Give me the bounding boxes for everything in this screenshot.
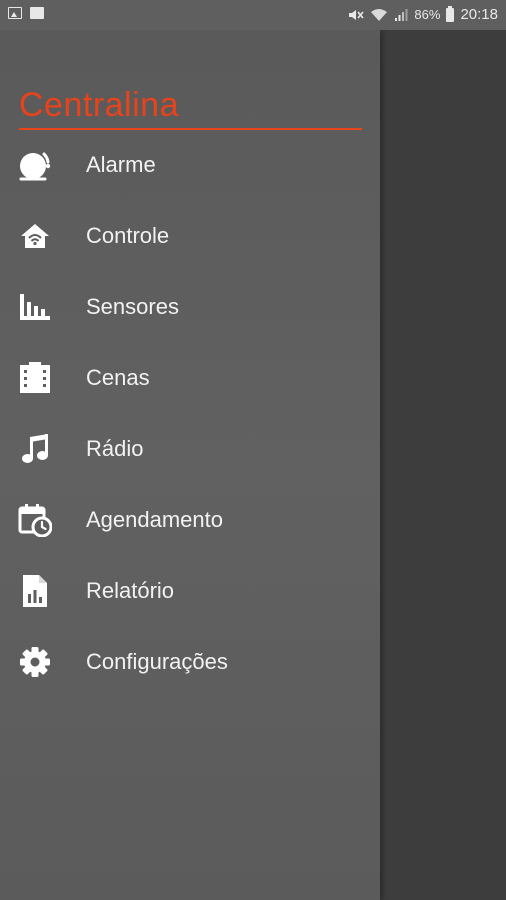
wifi-icon [371, 8, 388, 21]
app-screen: 86% 20:18 Centralina Alarme Controle Sen… [0, 0, 506, 900]
status-bar: 86% 20:18 [0, 0, 506, 30]
status-notifications [8, 7, 44, 19]
battery-percent: 86% [414, 7, 441, 22]
clock: 20:18 [460, 6, 498, 23]
menu-item-controle[interactable]: Controle [0, 200, 380, 271]
music-note-icon [17, 431, 53, 467]
menu-item-radio[interactable]: Rádio [0, 413, 380, 484]
sd-card-notification-icon [30, 7, 44, 19]
drawer-title: Centralina [19, 86, 179, 124]
battery-icon [446, 5, 455, 22]
drawer-menu: Alarme Controle Sensores Cenas Rádio Age… [0, 129, 380, 697]
menu-item-label: Alarme [86, 151, 156, 177]
home-wifi-icon [17, 218, 53, 254]
drawer-scrim[interactable] [380, 30, 506, 900]
menu-item-alarme[interactable]: Alarme [0, 129, 380, 200]
gallery-notification-icon [8, 7, 22, 19]
menu-item-sensores[interactable]: Sensores [0, 271, 380, 342]
navigation-drawer: Centralina Alarme Controle Sensores Cena… [0, 30, 380, 900]
gear-icon [17, 644, 53, 680]
menu-item-label: Configurações [86, 648, 228, 674]
film-icon [17, 360, 53, 396]
menu-item-configuracoes[interactable]: Configurações [0, 626, 380, 697]
signal-icon [395, 8, 408, 21]
report-document-icon [17, 573, 53, 609]
menu-item-label: Sensores [86, 293, 179, 319]
menu-item-label: Rádio [86, 435, 144, 461]
menu-item-cenas[interactable]: Cenas [0, 342, 380, 413]
mute-icon [349, 9, 365, 20]
calendar-clock-icon [17, 502, 53, 538]
menu-item-label: Relatório [86, 577, 175, 603]
bar-chart-icon [17, 289, 53, 325]
menu-item-label: Agendamento [86, 506, 223, 532]
menu-item-label: Controle [86, 222, 170, 248]
status-indicators: 86% 20:18 [348, 5, 498, 23]
menu-item-relatorio[interactable]: Relatório [0, 555, 380, 626]
menu-item-agendamento[interactable]: Agendamento [0, 484, 380, 555]
alarm-bell-icon [17, 147, 53, 183]
menu-item-label: Cenas [86, 364, 150, 390]
